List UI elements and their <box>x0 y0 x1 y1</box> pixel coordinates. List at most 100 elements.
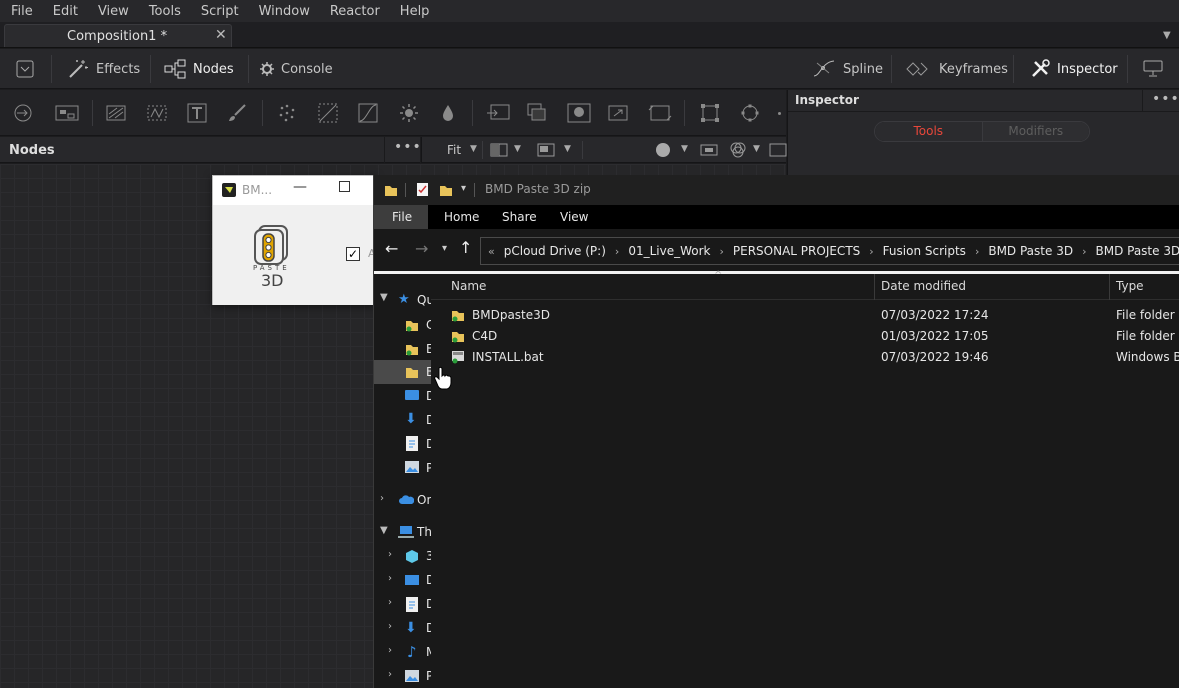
nav-pinned-item[interactable]: E <box>374 337 431 361</box>
more-options-icon[interactable]: ••• <box>394 139 422 155</box>
color-circle-icon[interactable] <box>655 142 671 158</box>
chevron-right-icon[interactable]: › <box>715 245 727 258</box>
noise-tool-icon[interactable] <box>147 103 167 123</box>
quick-access-dropdown-icon[interactable]: ▾ <box>461 183 466 194</box>
column-type[interactable]: Type <box>1116 279 1144 293</box>
column-divider[interactable] <box>874 274 875 300</box>
breadcrumb-pcloud[interactable]: pCloud Drive (P:) <box>499 244 611 258</box>
back-arrow-icon[interactable]: ← <box>385 239 398 258</box>
chevron-right-icon[interactable]: › <box>1078 245 1090 258</box>
nav-documents[interactable]: › D <box>374 593 431 617</box>
file-row[interactable]: C4D 01/03/2022 17:05 File folder <box>431 326 1179 347</box>
nav-pictures[interactable]: P <box>374 456 431 480</box>
spline-button[interactable]: Spline <box>812 49 883 89</box>
nav-pictures[interactable]: › P <box>374 665 431 688</box>
bmd-paste3d-window: BM... — PASTE 3D ✓ A <box>212 175 376 305</box>
display-icon[interactable] <box>769 142 787 158</box>
chevron-right-icon[interactable]: › <box>971 245 983 258</box>
close-icon[interactable]: ✕ <box>215 27 227 43</box>
nav-3d-objects[interactable]: › 3 <box>374 545 431 569</box>
tab-modifiers[interactable]: Modifiers <box>981 122 1089 141</box>
nav-documents[interactable]: D <box>374 432 431 456</box>
breadcrumb-bmd-paste-3d-zip[interactable]: BMD Paste 3D zip <box>1090 244 1179 258</box>
split-view-icon[interactable] <box>490 143 508 157</box>
zoom-fit-dropdown[interactable]: Fit <box>447 143 461 157</box>
single-view-icon[interactable] <box>537 143 555 157</box>
more-options-icon[interactable]: ••• <box>1152 91 1179 107</box>
ribbon-tab-view[interactable]: View <box>560 210 588 224</box>
ribbon-tab-home[interactable]: Home <box>444 210 479 224</box>
ribbon-tab-file[interactable]: File <box>392 210 412 224</box>
column-date-modified[interactable]: Date modified <box>881 279 966 293</box>
file-row[interactable]: BMDpaste3D 07/03/2022 17:24 File folder <box>431 305 1179 326</box>
rgb-channels-icon[interactable] <box>729 141 747 159</box>
option-checkbox[interactable]: ✓ <box>346 247 360 261</box>
color-curves-icon[interactable] <box>358 103 378 123</box>
transform-tool-icon[interactable] <box>608 103 628 123</box>
menu-edit[interactable]: Edit <box>42 4 87 19</box>
ribbon-tab-share[interactable]: Share <box>502 210 537 224</box>
particles-tool-icon[interactable] <box>277 103 297 123</box>
new-folder-icon[interactable] <box>439 183 453 197</box>
nav-this-pc[interactable]: ▼ Th <box>374 521 431 545</box>
nav-downloads[interactable]: ⬇ D <box>374 408 431 432</box>
ellipse-mask-icon[interactable] <box>740 103 760 123</box>
breadcrumb-fusion-scripts[interactable]: Fusion Scripts <box>878 244 971 258</box>
file-row[interactable]: INSTALL.bat 07/03/2022 19:46 Windows Ba <box>431 347 1179 368</box>
overflow-chevron-icon[interactable]: « <box>484 245 499 258</box>
forward-arrow-icon[interactable]: → <box>415 239 428 258</box>
address-breadcrumb[interactable]: « pCloud Drive (P:) › 01_Live_Work › PERSO… <box>480 237 1179 265</box>
menu-help[interactable]: Help <box>389 4 439 19</box>
gradient-tool-icon[interactable] <box>106 103 126 123</box>
curves-tool-icon[interactable] <box>318 103 338 123</box>
nodes-button[interactable]: Nodes <box>164 49 234 89</box>
nav-pinned-item[interactable]: C <box>374 313 431 337</box>
column-name[interactable]: Name <box>451 279 486 293</box>
column-divider[interactable] <box>1109 274 1110 300</box>
region-icon[interactable] <box>700 142 718 158</box>
loader-tool-icon[interactable] <box>486 103 510 123</box>
menu-reactor[interactable]: Reactor <box>319 4 389 19</box>
minimize-icon[interactable]: — <box>293 179 307 195</box>
nav-desktop[interactable]: D <box>374 384 431 408</box>
properties-icon[interactable] <box>416 182 430 197</box>
nav-music[interactable]: › ♪ M <box>374 641 431 665</box>
tab-dropdown-icon[interactable]: ▼ <box>1163 30 1171 41</box>
up-arrow-icon[interactable]: ↑ <box>459 238 472 257</box>
nav-pinned-item-selected[interactable]: E <box>374 360 431 384</box>
background-tool-icon[interactable] <box>13 103 33 123</box>
breadcrumb-bmd-paste-3d[interactable]: BMD Paste 3D <box>983 244 1078 258</box>
chevron-right-icon[interactable]: › <box>865 245 877 258</box>
panel-menu-button[interactable] <box>16 49 34 89</box>
menu-script[interactable]: Script <box>190 4 248 19</box>
paint-brush-icon[interactable] <box>227 103 247 123</box>
recent-locations-icon[interactable]: ▾ <box>442 243 447 254</box>
brightness-sun-icon[interactable] <box>399 103 419 123</box>
inspector-button[interactable]: Inspector <box>1030 49 1118 89</box>
menu-tools[interactable]: Tools <box>138 4 190 19</box>
effects-button[interactable]: Effects <box>67 49 140 89</box>
breadcrumb-personal-projects[interactable]: PERSONAL PROJECTS <box>728 244 865 258</box>
warp-tool-icon[interactable] <box>648 103 672 123</box>
menu-view[interactable]: View <box>87 4 138 19</box>
breadcrumb-live-work[interactable]: 01_Live_Work <box>623 244 715 258</box>
text-tool-icon[interactable] <box>187 103 207 123</box>
rectangle-mask-icon[interactable] <box>700 103 720 123</box>
maximize-icon[interactable] <box>339 181 350 192</box>
layers-tool-icon[interactable] <box>527 103 547 123</box>
menu-file[interactable]: File <box>0 4 42 19</box>
mask-tool-icon[interactable] <box>567 103 591 123</box>
keyframes-button[interactable]: Keyframes <box>906 49 1008 89</box>
color-drop-icon[interactable] <box>438 103 458 123</box>
console-button[interactable]: Console <box>260 49 333 89</box>
nav-onedrive[interactable]: › On <box>374 489 431 513</box>
nav-desktop[interactable]: › D <box>374 569 431 593</box>
chevron-right-icon[interactable]: › <box>611 245 623 258</box>
tab-composition[interactable]: Composition1 * ✕ <box>4 24 232 47</box>
merge-tool-icon[interactable] <box>55 103 79 123</box>
monitor-button[interactable] <box>1143 49 1163 89</box>
tab-tools[interactable]: Tools <box>875 122 982 141</box>
nav-downloads[interactable]: › ⬇ D <box>374 617 431 641</box>
nav-quick-access[interactable]: ▼ ★ Qu <box>374 288 431 312</box>
menu-window[interactable]: Window <box>248 4 319 19</box>
